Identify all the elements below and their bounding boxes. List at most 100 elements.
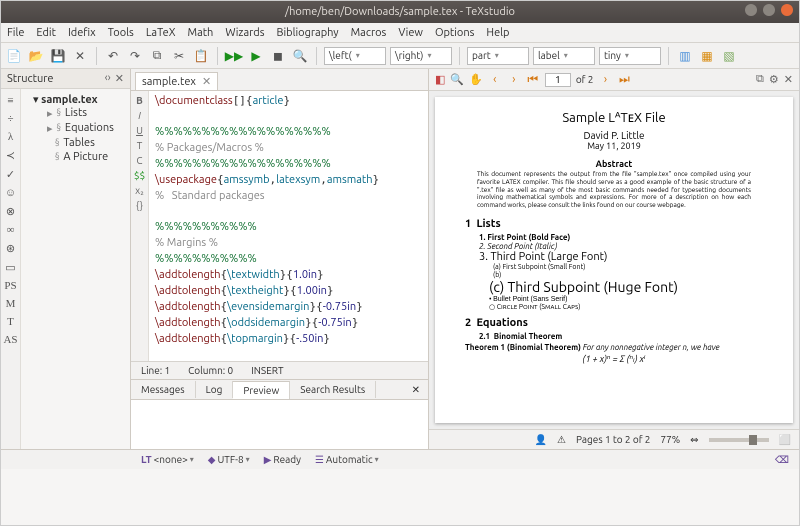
page-of-label: of 2 xyxy=(576,74,594,85)
window-mode-icon[interactable]: ⧉ xyxy=(756,73,764,86)
toggle-preview-icon[interactable]: ▧ xyxy=(720,47,738,65)
config-icon[interactable]: ⚙ xyxy=(769,73,779,86)
structure-tree[interactable]: ▾ sample.tex ▸§Lists ▸§Equations §Tables… xyxy=(21,89,130,449)
copy-icon[interactable]: ⧉ xyxy=(148,47,166,65)
check-icon[interactable]: ✓ xyxy=(6,168,15,181)
tree-root-file[interactable]: sample.tex xyxy=(41,94,97,106)
menu-file[interactable]: File xyxy=(7,27,24,39)
message-panel-close-icon[interactable]: ✕ xyxy=(412,384,428,396)
redo-icon[interactable]: ↷ xyxy=(126,47,144,65)
zoom-slider[interactable] xyxy=(709,438,769,442)
metapost-icon[interactable]: M xyxy=(6,298,16,310)
tree-section[interactable]: §A Picture xyxy=(23,150,128,164)
prev-page-icon[interactable]: ‹ xyxy=(488,73,502,86)
star-icon[interactable]: ⊛ xyxy=(6,242,15,255)
tree-expand-icon[interactable]: ▾ xyxy=(33,94,41,106)
tree-section[interactable]: ▸§Lists xyxy=(23,106,128,121)
center-icon[interactable]: C xyxy=(136,155,142,166)
clear-icon[interactable]: ⌫ xyxy=(775,454,789,466)
operators-icon[interactable]: ≡ xyxy=(7,95,13,107)
lang-icon[interactable]: LT xyxy=(141,454,152,465)
paste-icon[interactable]: 📋 xyxy=(192,47,210,65)
close-icon[interactable]: ✕ xyxy=(71,47,89,65)
close-button[interactable] xyxy=(781,4,793,16)
build-view-icon[interactable]: ▶▶ xyxy=(225,47,243,65)
menu-wizards[interactable]: Wizards xyxy=(225,27,264,39)
menu-math[interactable]: Math xyxy=(188,27,214,39)
right-delim-dropdown[interactable]: \right)▾ xyxy=(390,47,452,65)
cut-icon[interactable]: ✂ xyxy=(170,47,188,65)
tab-preview[interactable]: Preview xyxy=(233,381,290,399)
text-icon[interactable]: T xyxy=(137,140,143,151)
pstricks-icon[interactable]: PS xyxy=(4,280,16,292)
page-input[interactable] xyxy=(545,73,571,87)
tab-messages[interactable]: Messages xyxy=(131,381,196,398)
open-file-icon[interactable]: 📂 xyxy=(27,47,45,65)
fit-width-icon[interactable]: ⇔ xyxy=(690,434,698,446)
warning-icon[interactable]: ⚠ xyxy=(557,434,566,446)
misc-icon[interactable]: ☺ xyxy=(5,187,16,199)
fit-page-icon[interactable]: ⬜ xyxy=(779,434,791,446)
asymptote-icon[interactable]: AS xyxy=(3,334,17,346)
cyrillic-icon[interactable]: ⊗ xyxy=(6,205,15,218)
toggle-structure-icon[interactable]: ▥ xyxy=(676,47,694,65)
hand-icon[interactable]: ✋ xyxy=(469,73,483,86)
italic-icon[interactable]: I xyxy=(138,110,141,121)
underline-icon[interactable]: U xyxy=(136,125,143,136)
person-icon[interactable]: 👤 xyxy=(535,434,547,446)
editor-tab-label: sample.tex xyxy=(142,76,196,88)
label-dropdown[interactable]: label▾ xyxy=(533,47,595,65)
menu-view[interactable]: View xyxy=(398,27,423,39)
stop-icon[interactable]: ◼ xyxy=(269,47,287,65)
menu-tools[interactable]: Tools xyxy=(108,27,134,39)
tikz-icon[interactable]: T xyxy=(7,316,14,328)
goto-page-icon[interactable]: › xyxy=(598,73,612,86)
math-icon[interactable]: $$ xyxy=(134,170,145,181)
menu-help[interactable]: Help xyxy=(486,27,509,39)
braces-icon[interactable]: {} xyxy=(136,200,143,211)
first-page-icon[interactable]: ⏮ xyxy=(526,73,540,87)
panel-toggle-icon[interactable]: ‹› xyxy=(105,72,111,85)
menu-latex[interactable]: LaTeX xyxy=(146,27,176,39)
arrows-icon[interactable]: ≺ xyxy=(6,149,15,162)
size-dropdown[interactable]: tiny▾ xyxy=(599,47,661,65)
new-file-icon[interactable]: 📄 xyxy=(5,47,23,65)
toggle-messages-icon[interactable]: ▦ xyxy=(698,47,716,65)
save-icon[interactable]: 💾 xyxy=(49,47,67,65)
menu-macros[interactable]: Macros xyxy=(351,27,387,39)
infinity-icon[interactable]: ∞ xyxy=(7,224,15,236)
undo-icon[interactable]: ↶ xyxy=(104,47,122,65)
tab-close-icon[interactable]: ✕ xyxy=(202,75,211,88)
tab-log[interactable]: Log xyxy=(196,381,234,398)
tree-section[interactable]: §Tables xyxy=(23,136,128,150)
magnify-icon[interactable]: 🔍 xyxy=(450,73,464,86)
compile-icon[interactable]: ▶ xyxy=(247,47,265,65)
part-dropdown[interactable]: part▾ xyxy=(467,47,529,65)
tab-search-results[interactable]: Search Results xyxy=(290,381,376,398)
editor-tab[interactable]: sample.tex ✕ xyxy=(135,72,218,90)
view-icon[interactable]: 🔍 xyxy=(291,47,309,65)
menu-edit[interactable]: Edit xyxy=(36,27,56,39)
bold-icon[interactable]: B xyxy=(136,95,143,106)
relations-icon[interactable]: ÷ xyxy=(7,113,13,125)
maximize-button[interactable] xyxy=(763,4,775,16)
last-page-icon[interactable]: ⏭ xyxy=(617,73,631,87)
bookmark-icon[interactable]: ◧ xyxy=(435,73,445,86)
next-page-icon[interactable]: › xyxy=(507,73,521,86)
greek-icon[interactable]: λ xyxy=(8,131,13,143)
auto-icon[interactable]: ☰ xyxy=(315,454,324,466)
symbol-sidebar: ≡ ÷ λ ≺ ✓ ☺ ⊗ ∞ ⊛ ▭ PS M T AS xyxy=(1,89,21,449)
panel-close-icon[interactable]: ✕ xyxy=(115,72,124,85)
left-delim-dropdown[interactable]: \left(▾ xyxy=(324,47,386,65)
encoding-icon[interactable]: ◆ xyxy=(208,454,216,466)
menu-bibliography[interactable]: Bibliography xyxy=(276,27,338,39)
box-icon[interactable]: ▭ xyxy=(5,261,15,274)
subscript-icon[interactable]: x₂ xyxy=(135,185,144,196)
tree-section[interactable]: ▸§Equations xyxy=(23,121,128,136)
minimize-button[interactable] xyxy=(745,4,757,16)
source-editor[interactable]: \documentclass[]{article} %%%%%%%%%%%%%%… xyxy=(149,91,428,361)
menu-idefix[interactable]: Idefix xyxy=(68,27,96,39)
pdf-viewport[interactable]: Sample LᴬTᴇX File David P. Little May 11… xyxy=(429,91,799,429)
menu-options[interactable]: Options xyxy=(435,27,474,39)
preview-close-icon[interactable]: ✕ xyxy=(784,73,793,86)
